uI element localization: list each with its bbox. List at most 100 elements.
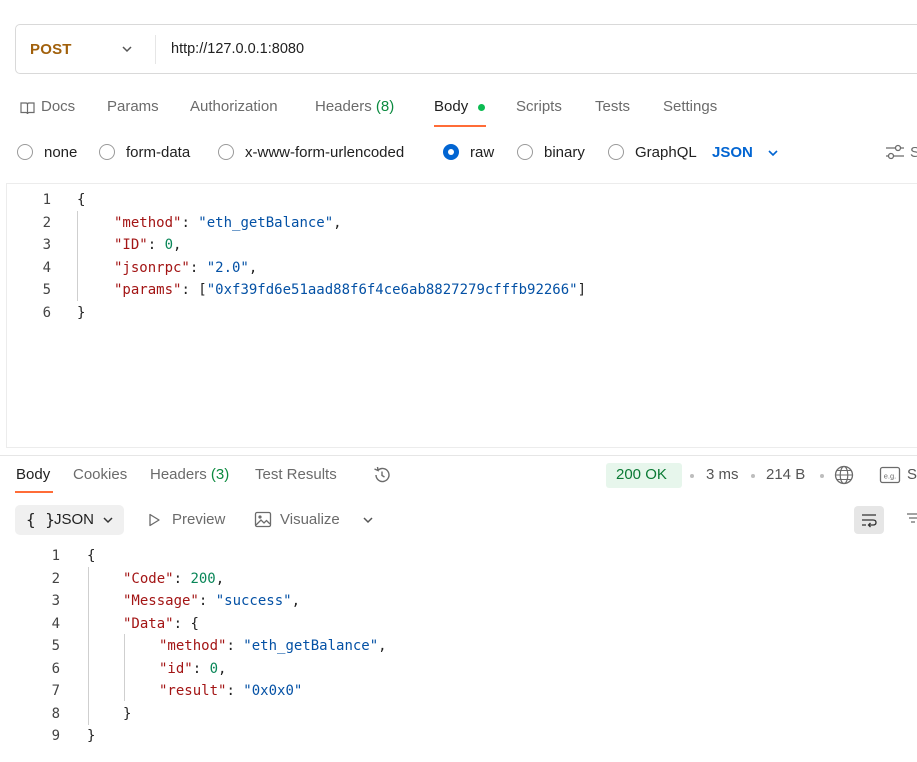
json-string: "eth_getBalance" <box>243 638 379 654</box>
url-bar: POST http://127.0.0.1:8080 <box>15 24 917 74</box>
resp-tab-cookies[interactable]: Cookies <box>73 466 127 483</box>
radio-graphql[interactable] <box>608 144 624 160</box>
json-key: "Data" <box>123 616 174 632</box>
chevron-down-icon[interactable] <box>361 513 375 527</box>
wrap-icon[interactable] <box>860 511 878 529</box>
visualize-button[interactable]: Visualize <box>280 511 340 528</box>
code-line: "Code": 200, <box>123 571 225 587</box>
radio-urlencoded-label[interactable]: x-www-form-urlencoded <box>245 144 404 161</box>
code-line: "method": "eth_getBalance", <box>114 215 342 231</box>
code-line: } <box>87 728 96 744</box>
json-key: "ID" <box>114 237 148 253</box>
chevron-down-icon[interactable] <box>766 146 780 160</box>
chevron-down-icon[interactable] <box>101 513 115 527</box>
code-line: "result": "0x0x0" <box>159 683 303 699</box>
line-number: 9 <box>51 728 60 744</box>
example-label[interactable]: S <box>907 466 917 483</box>
json-key: "method" <box>114 215 182 231</box>
braces-icon: { } <box>26 510 55 529</box>
active-tab-underline <box>15 491 53 493</box>
line-number: 1 <box>42 192 51 208</box>
indent-guide <box>124 634 125 701</box>
code-line: "id": 0, <box>159 661 227 677</box>
radio-raw-label[interactable]: raw <box>470 144 494 161</box>
radio-binary[interactable] <box>517 144 533 160</box>
globe-icon[interactable] <box>833 464 855 486</box>
indent-guide <box>88 567 89 725</box>
json-number: 0 <box>164 237 174 253</box>
line-number: 6 <box>42 305 51 321</box>
body-format-select[interactable]: JSON <box>712 144 753 161</box>
line-number: 8 <box>51 706 60 722</box>
code-line: "Data": { <box>123 616 199 632</box>
resp-tab-test-results[interactable]: Test Results <box>255 466 337 483</box>
radio-form-data-label[interactable]: form-data <box>126 144 190 161</box>
tab-docs[interactable]: Docs <box>41 98 75 115</box>
line-number: 6 <box>51 661 60 677</box>
line-number: 4 <box>42 260 51 276</box>
url-divider <box>155 35 156 64</box>
json-string: "0x0x0" <box>243 683 303 699</box>
body-indicator-dot <box>478 104 485 111</box>
line-number: 5 <box>51 638 60 654</box>
comma: , <box>291 593 301 609</box>
radio-form-data[interactable] <box>99 144 115 160</box>
status-text: 200 OK <box>616 466 667 483</box>
resp-tab-headers[interactable]: Headers (3) <box>150 466 229 483</box>
resp-tab-body[interactable]: Body <box>16 466 50 483</box>
chevron-down-icon[interactable] <box>120 42 134 56</box>
json-string: "eth_getBalance" <box>198 215 334 231</box>
preview-icon[interactable] <box>146 512 162 528</box>
url-input[interactable]: http://127.0.0.1:8080 <box>171 41 304 57</box>
code-line: { <box>87 548 96 564</box>
resp-tab-headers-label: Headers <box>150 466 207 483</box>
tab-params[interactable]: Params <box>107 98 159 115</box>
code-line: "Message": "success", <box>123 593 301 609</box>
code-line: "ID": 0, <box>114 237 182 253</box>
line-number: 2 <box>42 215 51 231</box>
line-number: 3 <box>42 237 51 253</box>
comma: , <box>215 571 225 587</box>
json-string: "0xf39fd6e51aad88f6f4ce6ab8827279cfffb92… <box>206 282 578 298</box>
radio-binary-label[interactable]: binary <box>544 144 585 161</box>
docs-icon[interactable] <box>20 101 35 115</box>
radio-raw[interactable] <box>443 144 459 160</box>
resp-headers-count: (3) <box>210 466 230 483</box>
open-brace: { <box>190 616 199 632</box>
beautify-icon[interactable] <box>884 143 906 161</box>
pane-divider[interactable] <box>0 455 917 456</box>
line-number: 7 <box>51 683 60 699</box>
code-line: { <box>77 192 86 208</box>
beautify-label[interactable]: S <box>910 144 917 161</box>
headers-count: (8) <box>375 98 395 115</box>
filter-icon[interactable] <box>906 511 917 525</box>
radio-graphql-label[interactable]: GraphQL <box>635 144 697 161</box>
response-format-label[interactable]: JSON <box>54 511 94 528</box>
json-number: 200 <box>190 571 216 587</box>
visualize-icon[interactable] <box>254 511 272 528</box>
response-time[interactable]: 3 ms <box>706 466 739 483</box>
radio-none[interactable] <box>17 144 33 160</box>
tab-body[interactable]: Body <box>434 98 468 115</box>
history-icon[interactable] <box>372 465 392 485</box>
line-number: 2 <box>51 571 60 587</box>
svg-text:e.g.: e.g. <box>884 472 897 481</box>
radio-none-label[interactable]: none <box>44 144 77 161</box>
line-number: 5 <box>42 282 51 298</box>
method-select[interactable]: POST <box>30 41 72 58</box>
tab-settings[interactable]: Settings <box>663 98 717 115</box>
json-string: "success" <box>215 593 292 609</box>
code-line: } <box>77 305 86 321</box>
radio-urlencoded[interactable] <box>218 144 234 160</box>
json-number: 0 <box>209 661 219 677</box>
tab-scripts[interactable]: Scripts <box>516 98 562 115</box>
tab-tests[interactable]: Tests <box>595 98 630 115</box>
example-icon[interactable]: e.g. <box>879 465 901 485</box>
json-string: "2.0" <box>206 260 249 276</box>
preview-button[interactable]: Preview <box>172 511 225 528</box>
tab-headers[interactable]: Headers (8) <box>315 98 394 115</box>
dot-separator <box>690 474 694 478</box>
json-key: "params" <box>114 282 182 298</box>
response-size[interactable]: 214 B <box>766 466 805 483</box>
tab-authorization[interactable]: Authorization <box>190 98 278 115</box>
